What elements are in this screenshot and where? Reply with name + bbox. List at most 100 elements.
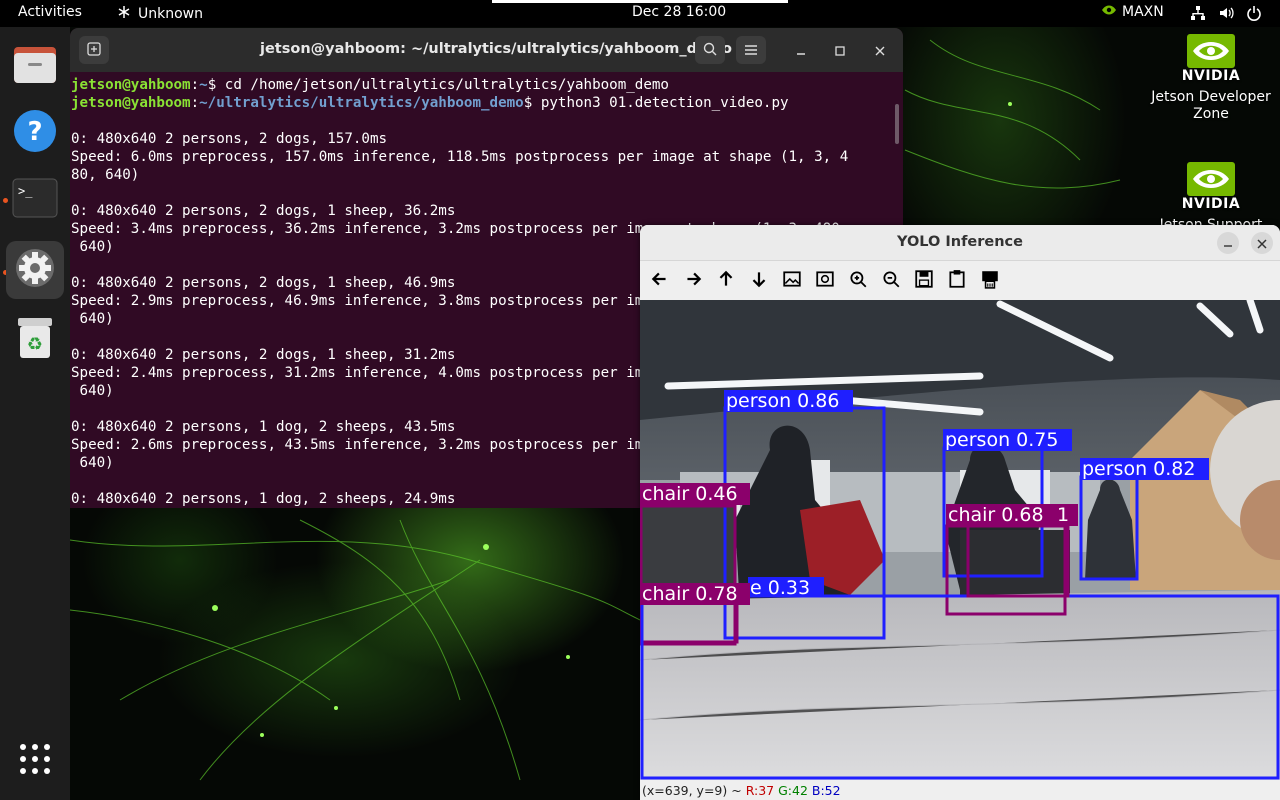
minimize-button[interactable] [786, 36, 816, 64]
zoom-in-button[interactable] [845, 268, 871, 294]
camera-frame[interactable]: person 0.86 person 0.75 person 0.82 chai… [640, 300, 1280, 780]
prompt-path: ~/ultralytics/ultralytics/yahboom_demo [199, 95, 524, 111]
nvidia-brand: NVIDIA [1181, 68, 1241, 84]
show-apps-icon [19, 743, 51, 779]
yolo-title: YOLO Inference [896, 234, 1023, 250]
command-text: cd /home/jetson/ultralytics/ultralytics/… [224, 77, 669, 93]
trash-icon: ♻ [15, 316, 55, 364]
detection-label: 1 [1057, 504, 1069, 526]
properties-icon [980, 269, 1000, 293]
power-mode-indicator[interactable]: MAXN [1101, 4, 1164, 20]
desktop-icon-label: Jetson Developer Zone [1151, 89, 1271, 122]
desktop-icon-jetson-developer-zone[interactable]: NVIDIA Jetson Developer Zone [1146, 34, 1276, 123]
image-settings-button[interactable] [812, 268, 838, 294]
maximize-icon [835, 41, 845, 60]
network-indicator[interactable]: Unknown [116, 4, 203, 24]
detection-label: e 0.33 [750, 577, 810, 599]
close-icon [875, 41, 885, 60]
save-icon [914, 269, 934, 293]
clipboard-button[interactable] [944, 268, 970, 294]
clock[interactable]: Dec 28 16:00 [632, 4, 726, 20]
yolo-toolbar [640, 262, 1280, 300]
maximize-button[interactable] [825, 36, 855, 64]
new-tab-button[interactable] [79, 36, 109, 64]
back-arrow-icon [650, 269, 670, 293]
svg-text:♻: ♻ [27, 334, 43, 355]
power-icon [1246, 5, 1262, 21]
top-bar-highlight [492, 0, 788, 3]
camera-scene: person 0.86 person 0.75 person 0.82 chai… [640, 300, 1280, 780]
dock-help[interactable]: ? [6, 104, 64, 162]
search-button[interactable] [695, 36, 725, 64]
terminal-line: 0: 480x640 2 persons, 2 dogs, 157.0ms [71, 131, 388, 147]
terminal-titlebar[interactable]: jetson@yahboom: ~/ultralytics/ultralytic… [70, 28, 903, 72]
detection-label: chair 0.68 [948, 504, 1044, 526]
save-button[interactable] [911, 268, 937, 294]
forward-arrow-button[interactable] [680, 268, 706, 294]
menu-button[interactable] [736, 36, 766, 64]
clipboard-icon [947, 269, 967, 293]
terminal-line: 0: 480x640 2 persons, 2 dogs, 1 sheep, 3… [71, 203, 456, 219]
network-wired-icon [1190, 5, 1206, 21]
detection-label: chair 0.46 [642, 483, 738, 505]
terminal-icon: >_ [12, 178, 58, 222]
minimize-icon [796, 41, 806, 60]
back-arrow-button[interactable] [647, 268, 673, 294]
dock-trash[interactable]: ♻ [6, 311, 64, 369]
hamburger-icon [744, 41, 758, 60]
help-icon: ? [12, 108, 58, 158]
pixel-blue: B:52 [811, 783, 841, 798]
nvidia-small-icon [1101, 4, 1117, 20]
yolo-minimize-button[interactable] [1217, 232, 1239, 254]
search-icon [703, 41, 717, 60]
down-arrow-button[interactable] [746, 268, 772, 294]
yolo-close-button[interactable] [1251, 232, 1273, 254]
svg-text:?: ? [27, 117, 42, 147]
pixel-red: R:37 [745, 783, 775, 798]
yolo-inference-window[interactable]: YOLO Inference person 0.86 person 0.75 p… [640, 225, 1280, 800]
zoom-out-button[interactable] [878, 268, 904, 294]
new-tab-icon [87, 41, 101, 60]
activities-button[interactable]: Activities [18, 4, 82, 20]
terminal-line: jetson@yahboom:~$ cd /home/jetson/ultral… [71, 77, 669, 93]
image-status-bar: (x=639, y=9) ~ R:37 G:42 B:52 [640, 782, 1280, 800]
close-button[interactable] [865, 36, 895, 64]
settings-icon [13, 246, 57, 294]
image-settings-icon [815, 269, 835, 293]
detection-label: person 0.75 [945, 429, 1058, 451]
network-label: Unknown [138, 6, 203, 22]
volume-icon [1218, 5, 1234, 21]
minimize-icon [1223, 234, 1233, 253]
nvidia-logo: NVIDIA [1146, 162, 1276, 213]
prompt-user: jetson@yahboom [71, 77, 191, 93]
network-tree-icon [116, 4, 132, 24]
detection-label: person 0.82 [1082, 458, 1195, 480]
desktop-icon-jetson-support[interactable]: NVIDIA Jetson Support [1146, 162, 1276, 234]
svg-text:>_: >_ [18, 184, 33, 198]
dock-files[interactable] [6, 37, 64, 95]
yolo-titlebar[interactable]: YOLO Inference [640, 225, 1280, 261]
detection-label: chair 0.78 [642, 583, 738, 605]
properties-button[interactable] [977, 268, 1003, 294]
dock: ? >_ ♻ [0, 27, 70, 800]
dock-terminal[interactable]: >_ [6, 171, 64, 229]
terminal-line: 80, 640) [71, 167, 140, 183]
top-bar: Activities Unknown Dec 28 16:00 MAXN [0, 0, 1280, 27]
image-button[interactable] [779, 268, 805, 294]
dock-show-apps[interactable] [6, 732, 64, 790]
command-text: python3 01.detection_video.py [540, 95, 789, 111]
system-tray[interactable] [1190, 5, 1262, 21]
up-arrow-button[interactable] [713, 268, 739, 294]
cursor-coords: (x=639, y=9) ~ [642, 783, 742, 798]
zoom-in-icon [848, 269, 868, 293]
nvidia-brand: NVIDIA [1181, 196, 1241, 212]
up-arrow-icon [716, 269, 736, 293]
dock-settings[interactable] [6, 241, 64, 299]
terminal-title: jetson@yahboom: ~/ultralytics/ultralytic… [260, 41, 732, 57]
terminal-scrollbar[interactable] [895, 104, 899, 144]
files-icon [12, 43, 58, 89]
detection-label: person 0.86 [726, 390, 839, 412]
prompt-user: jetson@yahboom [71, 95, 191, 111]
